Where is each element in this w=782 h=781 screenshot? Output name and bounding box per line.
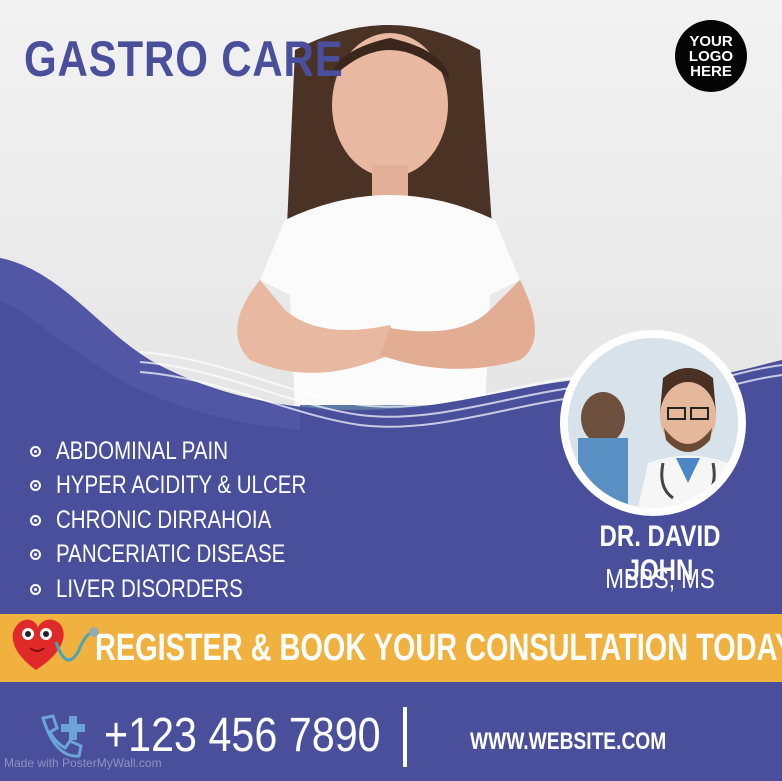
- footer-divider: [403, 707, 407, 767]
- condition-label: HYPER ACIDITY & ULCER: [56, 471, 307, 500]
- bullet-icon: [30, 583, 41, 595]
- condition-item: ABDOMINAL PAIN: [30, 434, 361, 469]
- doctor-photo: [560, 330, 746, 516]
- condition-item: CHRONIC DIRRAHOIA: [30, 503, 361, 538]
- watermark: Made with PosterMyWall.com: [4, 756, 162, 770]
- conditions-list: ABDOMINAL PAIN HYPER ACIDITY & ULCER CHR…: [30, 434, 361, 607]
- website-link[interactable]: WWW.WEBSITE.COM: [470, 728, 666, 756]
- condition-label: LIVER DISORDERS: [56, 574, 243, 603]
- doctor-illustration: [568, 338, 738, 508]
- poster-title: GASTRO CARE: [24, 31, 344, 87]
- doctor-qualifications: MBBS, MS: [605, 563, 715, 594]
- logo-line: HERE: [690, 62, 732, 80]
- phone-number[interactable]: +123 456 7890: [104, 708, 381, 763]
- phone-plus-icon: [41, 714, 85, 758]
- condition-label: CHRONIC DIRRAHOIA: [56, 505, 272, 534]
- bullet-icon: [30, 549, 41, 561]
- logo-line: LOGO: [688, 47, 734, 65]
- condition-label: ABDOMINAL PAIN: [56, 436, 229, 465]
- heart-stethoscope-icon: [12, 619, 99, 670]
- bullet-icon: [30, 514, 41, 526]
- logo-placeholder: YOUR LOGO HERE: [675, 20, 747, 92]
- doctor-photo-inner: [568, 338, 738, 508]
- cta-text: REGISTER & BOOK YOUR CONSULTATION TODAY!: [95, 627, 782, 669]
- logo-line: YOUR: [689, 32, 733, 50]
- condition-item: PANCERIATIC DISEASE: [30, 538, 361, 573]
- bullet-icon: [30, 480, 41, 492]
- condition-item: LIVER DISORDERS: [30, 572, 361, 607]
- condition-item: HYPER ACIDITY & ULCER: [30, 469, 361, 504]
- bullet-icon: [30, 445, 41, 457]
- condition-label: PANCERIATIC DISEASE: [56, 540, 286, 569]
- poster: GASTRO CARE YOUR LOGO HERE ABDOMINAL PAI…: [0, 0, 782, 781]
